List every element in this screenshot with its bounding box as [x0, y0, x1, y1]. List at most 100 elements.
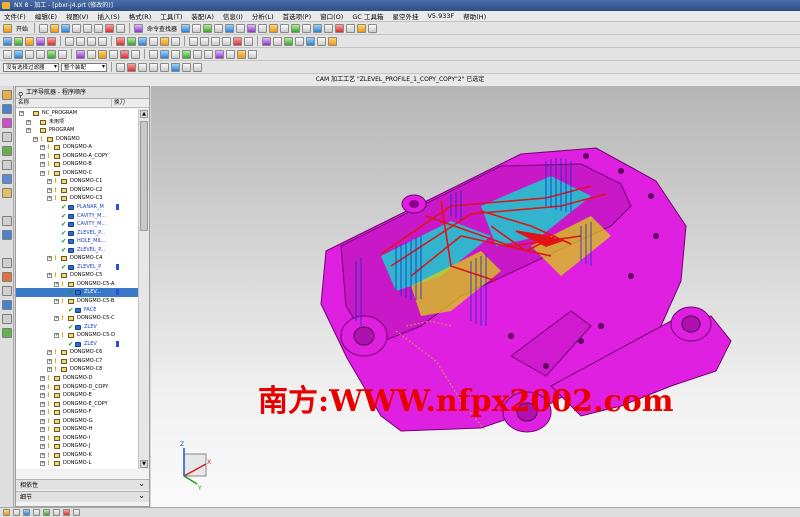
- method-view-icon[interactable]: [98, 36, 107, 46]
- save-icon[interactable]: [61, 23, 71, 33]
- history-icon[interactable]: [2, 174, 12, 184]
- create-geometry-icon[interactable]: [25, 36, 34, 46]
- operation-row[interactable]: ✔ PLANAR_M: [16, 203, 138, 212]
- point-icon[interactable]: [14, 49, 23, 59]
- operation-row[interactable]: ✔ ZLEVEL_P: [16, 263, 138, 272]
- datum-csys-icon[interactable]: [58, 49, 67, 59]
- program-order-view-icon[interactable]: [65, 36, 74, 46]
- revolve-icon[interactable]: [87, 49, 96, 59]
- part-model[interactable]: X Y Z: [151, 86, 800, 507]
- replay-toolpath-icon[interactable]: [127, 36, 136, 46]
- type-filter-dropdown[interactable]: 没有选择过滤器: [3, 62, 59, 72]
- program-group-row[interactable]: + 未用项: [16, 118, 138, 127]
- synchronous-icon[interactable]: [226, 49, 235, 59]
- expand-toggle-icon[interactable]: +: [47, 187, 52, 193]
- refresh-icon[interactable]: [192, 23, 202, 33]
- selection-scope-dropdown[interactable]: 整个装配: [61, 62, 107, 72]
- scroll-thumb[interactable]: [140, 121, 148, 231]
- operation-row[interactable]: ✔ CAVITY_M...: [16, 212, 138, 221]
- program-group-row[interactable]: +! DONGMO-D_COPY: [16, 383, 138, 392]
- menu-plugin-version[interactable]: V5.933F: [427, 12, 454, 20]
- program-group-row[interactable]: +! DONGMO-L: [16, 459, 138, 468]
- expand-toggle-icon[interactable]: +: [33, 136, 38, 142]
- window-icon[interactable]: [181, 23, 191, 33]
- shop-doc-icon[interactable]: [171, 36, 180, 46]
- expand-toggle-icon[interactable]: +: [19, 111, 24, 116]
- rename-icon[interactable]: [244, 36, 253, 46]
- command-finder-label[interactable]: 命令查找器: [147, 24, 177, 33]
- hd3d-icon[interactable]: [2, 146, 12, 156]
- show-hide-icon[interactable]: [291, 23, 301, 33]
- paste-icon[interactable]: [94, 23, 104, 33]
- program-group-row[interactable]: +! DONGMO-G: [16, 417, 138, 426]
- operation-row[interactable]: ✔ ZLEV: [16, 323, 138, 332]
- program-group-row[interactable]: +! DONGMO-C5-C: [16, 314, 138, 323]
- gouge-check-icon[interactable]: [317, 36, 326, 46]
- menu-format[interactable]: 格式(R): [129, 11, 152, 21]
- program-group-row[interactable]: +! DONGMO-H: [16, 425, 138, 434]
- expand-toggle-icon[interactable]: +: [40, 375, 45, 381]
- status-icon[interactable]: [63, 509, 70, 516]
- status-icon[interactable]: [73, 509, 80, 516]
- operation-row[interactable]: ✔ ZLEV...: [16, 288, 138, 298]
- program-group-row[interactable]: +! DONGMO-F: [16, 408, 138, 417]
- chamfer-icon[interactable]: [160, 49, 169, 59]
- wcs-icon[interactable]: [280, 23, 290, 33]
- undo-icon[interactable]: [116, 23, 126, 33]
- expand-toggle-icon[interactable]: +: [40, 153, 45, 159]
- menu-plugin[interactable]: 星空外挂: [392, 11, 418, 21]
- operation-row[interactable]: ✔ FACE: [16, 306, 138, 315]
- status-icon[interactable]: [43, 509, 50, 516]
- expand-toggle-icon[interactable]: +: [54, 281, 59, 287]
- ipw-icon[interactable]: [306, 36, 315, 46]
- expand-toggle-icon[interactable]: +: [47, 256, 52, 262]
- more-icon[interactable]: [248, 49, 257, 59]
- web-browser-icon[interactable]: [2, 160, 12, 170]
- edit-object-icon[interactable]: [302, 23, 312, 33]
- expand-toggle-icon[interactable]: +: [40, 384, 45, 390]
- simulation-icon[interactable]: [328, 36, 337, 46]
- arc-icon[interactable]: [36, 49, 45, 59]
- snap-mid-icon[interactable]: [149, 62, 158, 72]
- start-icon[interactable]: [3, 23, 12, 33]
- program-group-row[interactable]: +! DONGMO-C4: [16, 254, 138, 263]
- copy-operation-icon[interactable]: [211, 36, 220, 46]
- geometry-view-icon[interactable]: [87, 36, 96, 46]
- program-group-row[interactable]: +! DONGMO-C7: [16, 357, 138, 366]
- delete-icon[interactable]: [105, 23, 115, 33]
- details-panel[interactable]: 细节: [16, 490, 149, 502]
- column-name-header[interactable]: 名称: [16, 99, 112, 107]
- menu-preferences[interactable]: 首选项(P): [283, 11, 312, 21]
- feeds-speeds-icon[interactable]: [284, 36, 293, 46]
- snap-intersect-icon[interactable]: [193, 62, 202, 72]
- menu-help[interactable]: 帮助(H): [463, 11, 486, 21]
- blend-icon[interactable]: [149, 49, 158, 59]
- program-group-row[interactable]: +! DONGMO-A: [16, 143, 138, 152]
- postprocess-icon[interactable]: [160, 36, 169, 46]
- program-group-row[interactable]: +! DONGMO-C3: [16, 194, 138, 203]
- expand-toggle-icon[interactable]: +: [47, 350, 52, 356]
- part-navigator-icon[interactable]: [2, 118, 12, 128]
- start-button-label[interactable]: 开始: [16, 24, 28, 33]
- menu-view[interactable]: 视图(V): [66, 11, 89, 21]
- verify-toolpath-icon[interactable]: [138, 36, 147, 46]
- expand-toggle-icon[interactable]: +: [26, 119, 31, 125]
- program-group-row[interactable]: +! DONGMO-B: [16, 160, 138, 169]
- program-group-row[interactable]: +! DONGMO-C5-D: [16, 331, 138, 340]
- cut-icon[interactable]: [72, 23, 82, 33]
- fit-view-icon[interactable]: [203, 23, 213, 33]
- navigator-tab-icon[interactable]: [2, 90, 12, 100]
- dependencies-panel[interactable]: 相依性: [16, 478, 149, 490]
- expand-toggle-icon[interactable]: +: [47, 367, 52, 373]
- expand-toggle-icon[interactable]: +: [47, 273, 52, 279]
- new-file-icon[interactable]: [39, 23, 49, 33]
- layer-icon[interactable]: [269, 23, 279, 33]
- expand-toggle-icon[interactable]: +: [40, 435, 45, 441]
- snap-existing-icon[interactable]: [182, 62, 191, 72]
- teamcenter-icon[interactable]: [2, 314, 12, 324]
- navigator-scrollbar[interactable]: ▲ ▼: [138, 109, 149, 469]
- reuse-library-icon[interactable]: [2, 132, 12, 142]
- analysis-icon[interactable]: [335, 23, 345, 33]
- expand-toggle-icon[interactable]: +: [47, 358, 52, 364]
- program-group-row[interactable]: +! DONGMO-C: [16, 169, 138, 178]
